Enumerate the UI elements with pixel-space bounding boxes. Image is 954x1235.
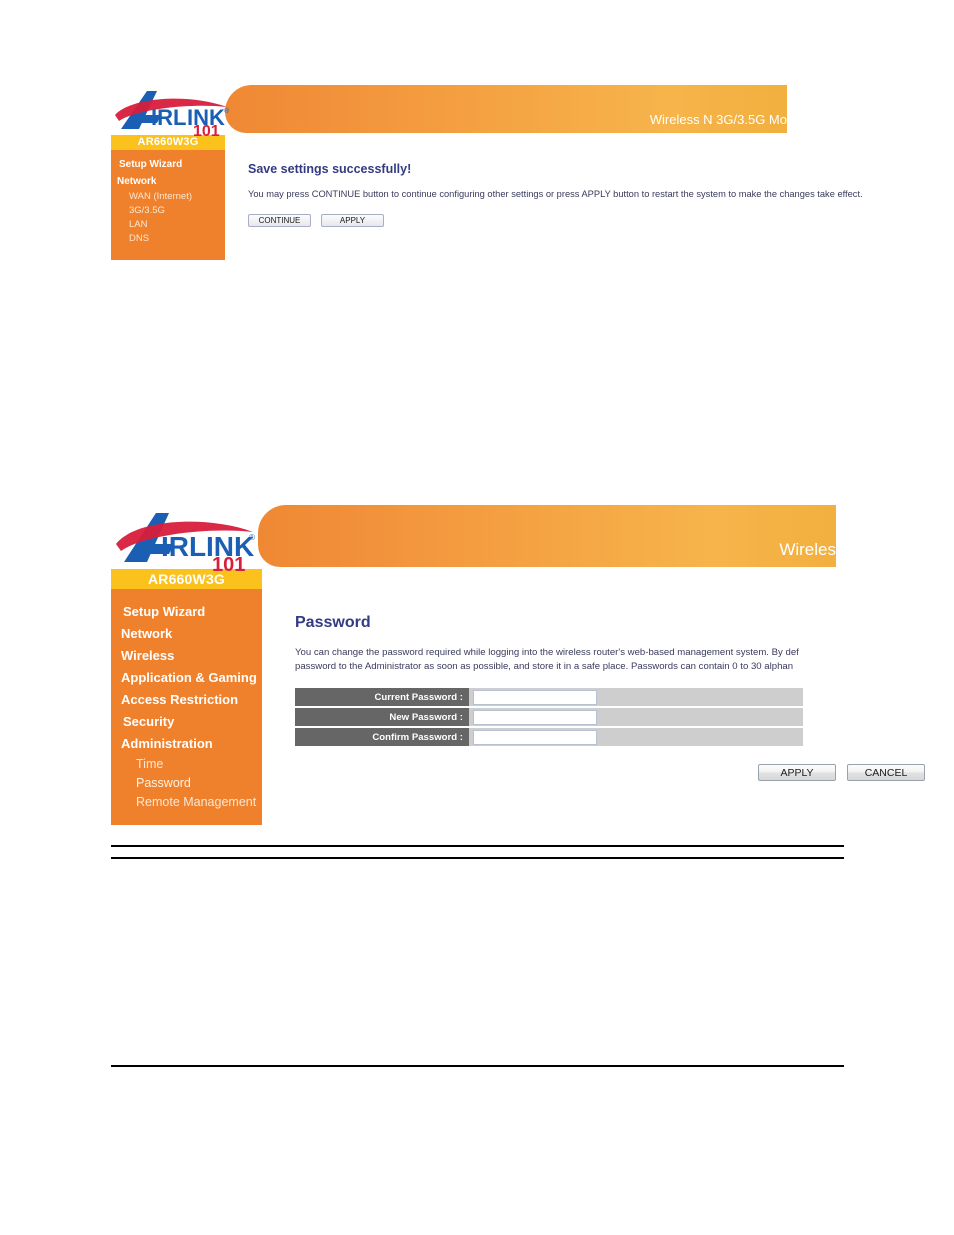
action-button-row: CONTINUE APPLY: [248, 214, 384, 227]
sidebar-item-label: Application & Gaming: [121, 670, 257, 685]
content-title: Save settings successfully!: [248, 162, 412, 176]
sidebar-item-wan-internet[interactable]: WAN (Internet): [111, 190, 225, 204]
sidebar-item-wireless[interactable]: Wireless: [111, 645, 262, 667]
sidebar-item-label: LAN: [129, 219, 148, 230]
sidebar-item-network[interactable]: Network: [111, 623, 262, 645]
apply-button-label: APPLY: [339, 216, 366, 225]
horizontal-rule-middle: [111, 857, 844, 859]
form-label-text: New Password :: [389, 711, 463, 723]
content-title: Password: [295, 614, 371, 631]
router-ui-screenshot-save-settings: IRL INK ® 101 Wireless N 3G/3.5G Mo AR66…: [111, 85, 863, 260]
password-form: Current Password : New Password : Confir…: [295, 688, 803, 746]
sidebar-item-label: Security: [123, 714, 175, 729]
svg-text:101: 101: [212, 554, 245, 573]
header-title: Wireless N 3G/3.5G Mo: [649, 112, 787, 127]
router-ui-screenshot-password: IRL INK ® 101 Wireles AR660W3G Setup Wiz…: [111, 505, 925, 825]
apply-button-label: APPLY: [780, 766, 814, 779]
document-page: IRL INK ® 101 Wireless N 3G/3.5G Mo AR66…: [0, 0, 954, 1235]
new-password-cell: [469, 708, 803, 726]
new-password-input[interactable]: [473, 709, 597, 725]
sidebar-item-security[interactable]: Security: [111, 711, 262, 733]
sidebar-item-lan[interactable]: LAN: [111, 218, 225, 232]
sidebar-item-label: Access Restriction: [121, 692, 239, 707]
sidebar-item-administration[interactable]: Administration: [111, 733, 262, 755]
sidebar-item-password[interactable]: Password: [111, 774, 262, 793]
router-model-badge: AR660W3G: [111, 135, 225, 150]
sidebar-nav-list: Setup Wizard Network WAN (Internet) 3G/3…: [111, 150, 225, 246]
cancel-button-label: CANCEL: [864, 766, 908, 779]
sidebar-item-time[interactable]: Time: [111, 755, 262, 774]
page-header-banner: Wireless N 3G/3.5G Mo: [225, 85, 787, 133]
airlink-logo: IRL INK ® 101: [111, 505, 261, 573]
content-description-line-1: You can change the password required whi…: [295, 647, 799, 658]
airlink-logo-icon: IRL INK ® 101: [116, 513, 255, 573]
form-row-confirm-password: Confirm Password :: [295, 728, 803, 746]
current-password-input[interactable]: [473, 689, 597, 705]
form-label-text: Confirm Password :: [372, 731, 463, 743]
svg-text:IRL: IRL: [161, 531, 206, 562]
content-description: You may press CONTINUE button to continu…: [248, 189, 863, 199]
apply-button[interactable]: APPLY: [758, 764, 836, 781]
sidebar-item-network[interactable]: Network: [111, 173, 225, 190]
navigation-sidebar: AR660W3G Setup Wizard Network WAN (Inter…: [111, 135, 225, 260]
sidebar-item-application-gaming[interactable]: Application & Gaming: [111, 667, 262, 689]
sidebar-item-label: Remote Management: [136, 795, 257, 809]
sidebar-item-label: Setup Wizard: [123, 604, 206, 619]
sidebar-item-label: Setup Wizard: [119, 159, 183, 170]
form-row-current-password: Current Password :: [295, 688, 803, 706]
cancel-button[interactable]: CANCEL: [847, 764, 925, 781]
sidebar-item-label: Network: [117, 176, 157, 187]
form-row-new-password: New Password :: [295, 708, 803, 726]
sidebar-item-dns[interactable]: DNS: [111, 232, 225, 246]
sidebar-item-access-restriction[interactable]: Access Restriction: [111, 689, 262, 711]
content-description-line-2: password to the Administrator as soon as…: [295, 661, 794, 672]
header-title: Wireles: [779, 540, 836, 559]
current-password-label: Current Password :: [295, 688, 469, 706]
svg-text:101: 101: [193, 123, 220, 137]
form-label-text: Current Password :: [374, 691, 464, 703]
horizontal-rule-top: [111, 845, 844, 847]
sidebar-item-label: Administration: [121, 736, 213, 751]
sidebar-nav-list: Setup Wizard Network Wireless Applicatio…: [111, 589, 262, 812]
confirm-password-input[interactable]: [473, 729, 597, 745]
sidebar-item-label: WAN (Internet): [129, 191, 192, 202]
sidebar-item-label: Password: [136, 776, 191, 790]
action-button-row: APPLY CANCEL: [758, 764, 925, 781]
sidebar-item-label: Network: [121, 626, 173, 641]
svg-text:®: ®: [224, 107, 230, 115]
confirm-password-cell: [469, 728, 803, 746]
navigation-sidebar: AR660W3G Setup Wizard Network Wireless A…: [111, 569, 262, 825]
sidebar-item-3g-35g[interactable]: 3G/3.5G: [111, 204, 225, 218]
airlink-logo: IRL INK ® 101: [111, 85, 236, 137]
continue-button-label: CONTINUE: [258, 216, 301, 225]
sidebar-item-label: DNS: [129, 233, 150, 244]
page-header-banner: Wireles: [258, 505, 836, 567]
sidebar-item-label: Wireless: [121, 648, 175, 663]
current-password-cell: [469, 688, 803, 706]
main-content-area: Password You can change the password req…: [262, 569, 925, 825]
sidebar-item-label: 3G/3.5G: [129, 205, 165, 216]
sidebar-item-remote-management[interactable]: Remote Management: [111, 793, 262, 812]
sidebar-item-setup-wizard[interactable]: Setup Wizard: [111, 156, 225, 173]
new-password-label: New Password :: [295, 708, 469, 726]
continue-button[interactable]: CONTINUE: [248, 214, 311, 227]
main-content-area: Save settings successfully! You may pres…: [225, 135, 863, 260]
sidebar-item-label: Time: [136, 757, 164, 771]
sidebar-item-setup-wizard[interactable]: Setup Wizard: [111, 601, 262, 623]
apply-button[interactable]: APPLY: [321, 214, 384, 227]
horizontal-rule-bottom: [111, 1065, 844, 1067]
airlink-logo-icon: IRL INK ® 101: [115, 91, 230, 137]
svg-text:®: ®: [249, 533, 255, 542]
confirm-password-label: Confirm Password :: [295, 728, 469, 746]
